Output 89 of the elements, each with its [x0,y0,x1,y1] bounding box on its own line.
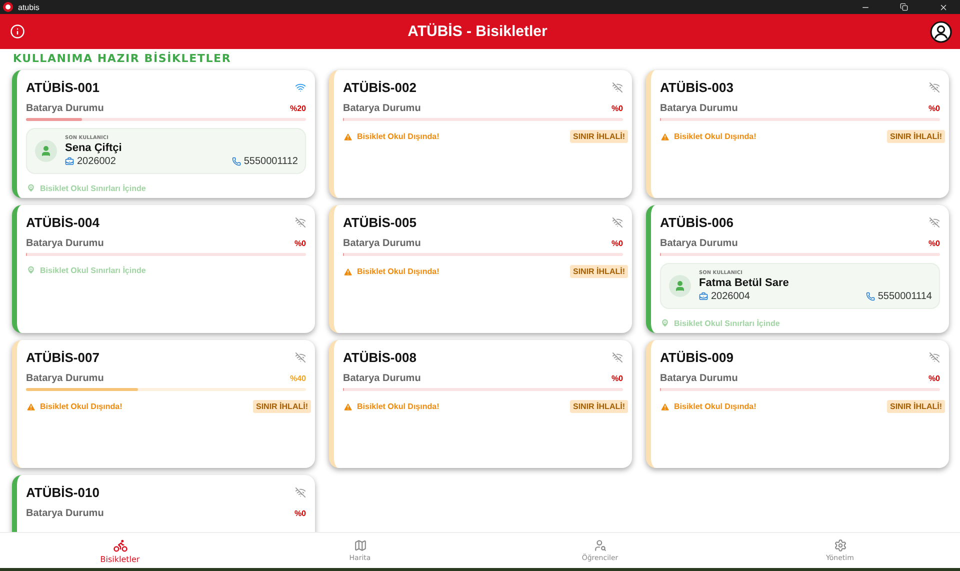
violation-badge: SINIR İHLALİ! [253,400,311,413]
bike-name: ATÜBİS-001 [26,80,100,95]
map-pin-icon [660,318,670,328]
map-icon [354,539,366,552]
bike-card[interactable]: ATÜBİS-004 Batarya Durumu %0 Bisiklet Okul Sınırları İçinde [12,205,315,333]
bike-name: ATÜBİS-009 [660,350,734,365]
user-search-icon [594,539,606,552]
location-status: Bisiklet Okul Dışında! [40,402,122,411]
warning-icon [26,402,36,412]
violation-badge: SINIR İHLALİ! [570,130,628,143]
warning-icon [660,402,670,412]
map-pin-icon [26,183,36,193]
battery-label: Batarya Durumu [660,373,738,384]
app-title: ATÜBİS - Bisikletler [406,23,548,40]
warning-icon [343,402,353,412]
battery-label: Batarya Durumu [26,373,104,384]
battery-label: Batarya Durumu [26,508,104,519]
phone-number: 5550001114 [878,291,932,302]
battery-reading: %0 [611,239,623,248]
battery-reading: %0 [611,104,623,113]
profile-button[interactable] [930,20,952,42]
bike-name: ATÜBİS-006 [660,215,734,230]
bike-name: ATÜBİS-002 [343,80,416,95]
battery-label: Batarya Durumu [343,103,421,114]
bike-card[interactable]: ATÜBİS-002 Batarya Durumu %0 Bisiklet Okul Dışında! SINIR İHLALİ! [329,70,632,198]
battery-label: Batarya Durumu [660,103,738,114]
bike-name: ATÜBİS-005 [343,215,416,230]
location-status: Bisiklet Okul Sınırları İçinde [40,184,146,192]
bike-card[interactable]: ATÜBİS-008 Batarya Durumu %0 Bisiklet Okul Dışında! SINIR İHLALİ! [329,340,632,468]
location-status: Bisiklet Okul Dışında! [357,402,440,411]
user-profile-icon [930,20,952,42]
phone-icon [232,157,241,166]
phone-icon [866,292,875,301]
violation-badge: SINIR İHLALİ! [570,265,628,278]
bike-name: ATÜBİS-008 [343,350,416,365]
violation-badge: SINIR İHLALİ! [570,400,628,413]
battery-reading: %0 [294,509,306,518]
restore-icon [900,3,908,11]
battery-reading: %0 [928,104,940,113]
bike-name: ATÜBİS-003 [660,80,734,95]
nav-tab[interactable]: Bisikletler [0,533,240,568]
bike-name: ATÜBİS-010 [26,485,100,500]
warning-icon [343,266,353,276]
location-status: Bisiklet Okul Sınırları İçinde [674,318,780,328]
briefcase-icon [65,157,74,166]
violation-badge: SINIR İHLALİ! [887,400,945,413]
person-icon [674,280,686,292]
info-icon [10,24,25,39]
bike-name: ATÜBİS-007 [26,350,100,365]
phone-number: 5550001112 [244,156,298,167]
battery-label: Batarya Durumu [343,373,421,384]
battery-reading: %0 [294,239,306,248]
settings-icon [834,539,846,552]
battery-reading: %0 [928,239,940,248]
user-name: Sena Çiftçi [65,142,123,154]
warning-icon [660,132,670,142]
location-status: Bisiklet Okul Sınırları İçinde [40,266,146,274]
map-pin-icon [26,265,36,275]
bike-card[interactable]: ATÜBİS-009 Batarya Durumu %0 Bisiklet Okul Dışında! SINIR İHLALİ! [646,340,949,468]
battery-label: Batarya Durumu [26,103,104,114]
battery-label: Batarya Durumu [343,238,421,249]
section-title: KULLANIMA HAZIR BİSİKLETLER [13,52,232,65]
app-logo-icon [3,2,13,12]
location-status: Bisiklet Okul Dışında! [674,132,756,141]
bike-card[interactable]: ATÜBİS-010 Batarya Durumu %0 [12,475,315,532]
info-button[interactable] [10,24,25,39]
window-title: atubis [18,2,40,12]
student-number: 2026004 [711,291,750,302]
battery-reading: %0 [611,374,623,383]
battery-label: Batarya Durumu [26,238,104,249]
location-status: Bisiklet Okul Dışında! [357,267,440,276]
battery-reading: %20 [290,104,306,113]
student-number: 2026002 [77,156,116,167]
location-status: Bisiklet Okul Dışında! [674,402,756,411]
user-name: Fatma Betül Sare [699,277,790,289]
warning-icon [343,132,353,142]
violation-badge: SINIR İHLALİ! [887,130,945,143]
battery-reading: %40 [290,374,306,383]
bike-card[interactable]: ATÜBİS-007 Batarya Durumu %40 Bisiklet Okul Dışında! SINIR İHLALİ! [12,340,315,468]
briefcase-icon [699,292,708,301]
close-icon [938,2,948,12]
bike-card[interactable]: ATÜBİS-005 Batarya Durumu %0 Bisiklet Okul Dışında! SINIR İHLALİ! [329,205,632,333]
battery-reading: %0 [928,374,940,383]
bicycle-icon [112,538,128,552]
location-status: Bisiklet Okul Dışında! [357,132,440,141]
bike-name: ATÜBİS-004 [26,215,100,230]
battery-label: Batarya Durumu [660,238,738,249]
person-icon [40,145,52,157]
bike-card[interactable]: ATÜBİS-003 Batarya Durumu %0 Bisiklet Okul Dışında! SINIR İHLALİ! [646,70,949,198]
